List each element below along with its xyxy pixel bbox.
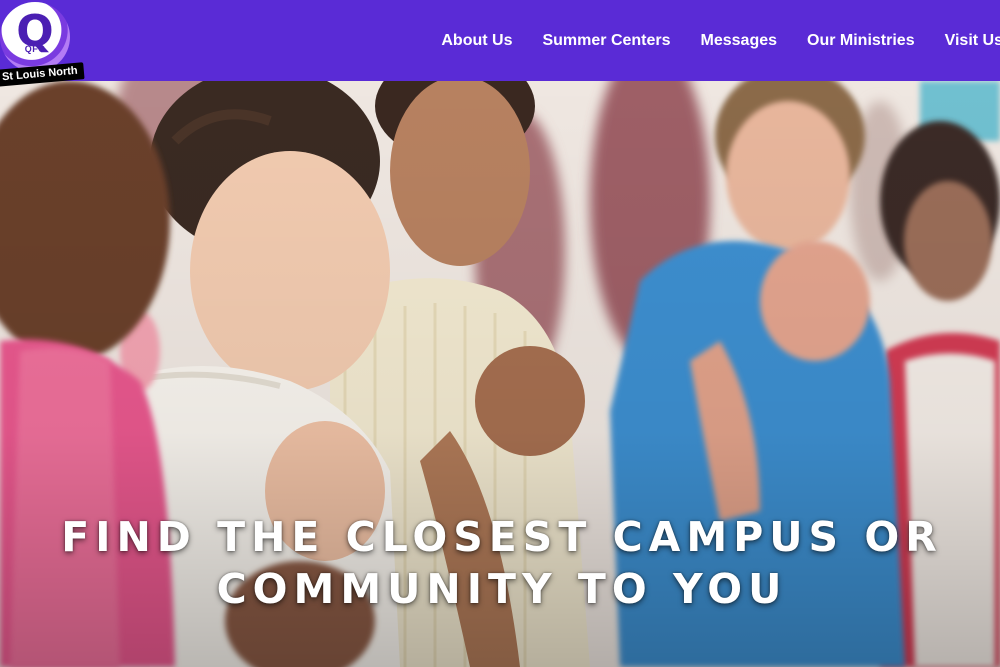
hero-title-line-2: COMMUNITY TO YOU xyxy=(216,565,788,613)
logo-brand: QFC xyxy=(24,44,46,54)
nav-visit-us[interactable]: Visit Us xyxy=(945,32,1000,50)
site-header: Q QFC St Louis North About Us Summer Cen… xyxy=(0,0,1000,87)
hero-banner: FIND THE CLOSEST CAMPUS OR COMMUNITY TO … xyxy=(0,81,1000,667)
main-nav: About Us Summer Centers Messages Our Min… xyxy=(411,0,1000,81)
hero-title-line-1: FIND THE CLOSEST CAMPUS OR xyxy=(61,513,943,561)
hero-title: FIND THE CLOSEST CAMPUS OR COMMUNITY TO … xyxy=(0,511,1000,615)
page: Q QFC St Louis North About Us Summer Cen… xyxy=(0,0,1000,667)
nav-messages[interactable]: Messages xyxy=(701,32,778,50)
nav-summer-centers[interactable]: Summer Centers xyxy=(542,32,670,50)
nav-about-us[interactable]: About Us xyxy=(441,32,512,50)
logo-location-tag: St Louis North xyxy=(0,62,85,87)
nav-our-ministries[interactable]: Our Ministries xyxy=(807,32,915,50)
site-logo[interactable]: Q QFC St Louis North xyxy=(0,0,100,92)
